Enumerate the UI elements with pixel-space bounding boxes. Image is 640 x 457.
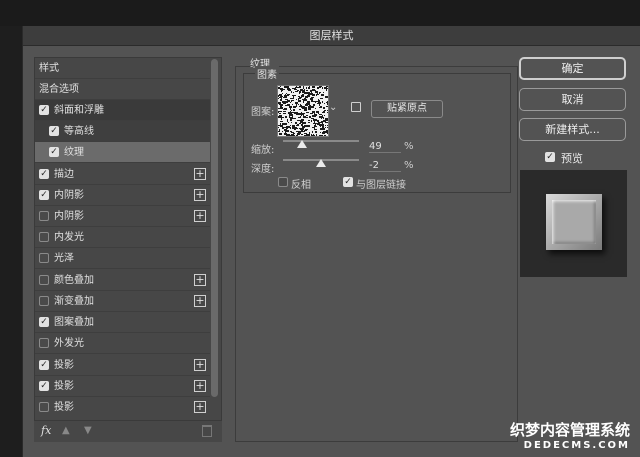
- pattern-noise: [278, 86, 328, 136]
- effects-item-label: 混合选项: [39, 84, 79, 95]
- bevel-emboss-checkbox[interactable]: ✓: [39, 105, 49, 115]
- effects-item-drop-shadow-1[interactable]: ✓ 投影 +: [35, 355, 210, 376]
- effects-item-satin[interactable]: 光泽: [35, 248, 210, 269]
- effects-item-drop-shadow-3[interactable]: 投影 +: [35, 397, 210, 418]
- effects-item-label: 渐变叠加: [54, 296, 94, 307]
- effects-item-inner-shadow-1[interactable]: ✓ 内阴影 +: [35, 185, 210, 206]
- effects-item-label: 描边: [54, 169, 74, 180]
- effects-item-label: 纹理: [64, 147, 84, 158]
- new-preset-icon[interactable]: [351, 102, 361, 112]
- effects-item-label: 外发光: [54, 338, 84, 349]
- inner-shadow-1-checkbox[interactable]: ✓: [39, 190, 49, 200]
- satin-checkbox[interactable]: [39, 253, 49, 263]
- scale-slider-track[interactable]: [283, 140, 359, 142]
- effects-item-label: 内阴影: [54, 211, 84, 222]
- preview-label: 预览: [561, 152, 583, 165]
- effects-item-drop-shadow-2[interactable]: ✓ 投影 +: [35, 376, 210, 397]
- depth-slider-knob[interactable]: [315, 159, 326, 167]
- stroke-checkbox[interactable]: ✓: [39, 169, 49, 179]
- style-preview: [520, 170, 627, 277]
- effects-item-inner-glow[interactable]: 内发光: [35, 227, 210, 248]
- add-drop-shadow-icon[interactable]: +: [194, 401, 206, 413]
- inner-glow-checkbox[interactable]: [39, 232, 49, 242]
- add-gradient-overlay-icon[interactable]: +: [194, 295, 206, 307]
- effects-item-blending-options[interactable]: 混合选项: [35, 79, 210, 100]
- effects-item-inner-shadow-2[interactable]: 内阴影 +: [35, 206, 210, 227]
- effects-item-outer-glow[interactable]: 外发光: [35, 333, 210, 354]
- effects-list-scrollbar[interactable]: [211, 59, 218, 397]
- move-up-icon[interactable]: ▲: [62, 425, 70, 436]
- link-with-layer-label: 与图层链接: [356, 180, 406, 191]
- add-inner-shadow-icon[interactable]: +: [194, 210, 206, 222]
- elements-group-title: 图素: [255, 66, 279, 81]
- pattern-picker-chevron-icon[interactable]: ⌄: [329, 102, 337, 113]
- drop-shadow-3-checkbox[interactable]: [39, 402, 49, 412]
- trash-icon[interactable]: [202, 425, 212, 437]
- watermark: 织梦内容管理系统 DEDECMS.COM: [510, 419, 630, 451]
- effects-item-contour[interactable]: ✓ 等高线: [35, 121, 210, 142]
- effects-item-label: 内发光: [54, 232, 84, 243]
- pattern-overlay-checkbox[interactable]: ✓: [39, 317, 49, 327]
- dialog-title: 图层样式: [23, 26, 640, 46]
- new-style-button[interactable]: 新建样式...: [519, 118, 626, 141]
- add-color-overlay-icon[interactable]: +: [194, 274, 206, 286]
- effects-item-bevel-emboss[interactable]: ✓ 斜面和浮雕: [35, 100, 210, 121]
- scale-label: 缩放:: [251, 145, 275, 156]
- effects-item-label: 斜面和浮雕: [54, 105, 104, 116]
- invert-label: 反相: [291, 180, 311, 191]
- preview-checkbox[interactable]: ✓: [545, 152, 555, 162]
- effects-item-label: 样式: [39, 63, 59, 74]
- effects-toolbar: fx ▲ ▼: [34, 420, 222, 442]
- effects-item-label: 投影: [54, 360, 74, 371]
- effects-item-pattern-overlay[interactable]: ✓ 图案叠加: [35, 312, 210, 333]
- layer-style-dialog: 图层样式 样式 混合选项 ✓ 斜面和浮雕 ✓ 等高线 ✓ 纹理 ✓ 描边 + ✓…: [22, 26, 640, 457]
- depth-percent-sign: %: [404, 160, 414, 171]
- fx-menu-button[interactable]: fx: [41, 424, 51, 437]
- effects-item-label: 颜色叠加: [54, 275, 94, 286]
- add-drop-shadow-icon[interactable]: +: [194, 359, 206, 371]
- cancel-button[interactable]: 取消: [519, 88, 626, 111]
- preview-tile-face: [552, 200, 596, 244]
- effects-item-gradient-overlay[interactable]: 渐变叠加 +: [35, 291, 210, 312]
- contour-checkbox[interactable]: ✓: [49, 126, 59, 136]
- top-strip: [0, 0, 640, 26]
- ok-button[interactable]: 确定: [519, 57, 626, 80]
- drop-shadow-1-checkbox[interactable]: ✓: [39, 360, 49, 370]
- add-drop-shadow-icon[interactable]: +: [194, 380, 206, 392]
- link-with-layer-checkbox[interactable]: ✓: [343, 177, 353, 187]
- move-down-icon[interactable]: ▼: [84, 425, 92, 436]
- effects-item-styles[interactable]: 样式: [35, 58, 210, 79]
- depth-label: 深度:: [251, 164, 275, 175]
- invert-checkbox[interactable]: [278, 177, 288, 187]
- effects-item-label: 等高线: [64, 126, 94, 137]
- effects-item-label: 光泽: [54, 253, 74, 264]
- snap-to-origin-button[interactable]: 贴紧原点: [371, 100, 443, 118]
- effects-item-label: 图案叠加: [54, 317, 94, 328]
- effects-item-texture[interactable]: ✓ 纹理: [35, 142, 210, 163]
- effects-item-color-overlay[interactable]: 颜色叠加 +: [35, 270, 210, 291]
- color-overlay-checkbox[interactable]: [39, 275, 49, 285]
- texture-checkbox[interactable]: ✓: [49, 147, 59, 157]
- add-inner-shadow-icon[interactable]: +: [194, 189, 206, 201]
- outer-glow-checkbox[interactable]: [39, 338, 49, 348]
- watermark-line2: DEDECMS.COM: [523, 440, 630, 451]
- effects-item-label: 投影: [54, 381, 74, 392]
- inner-shadow-2-checkbox[interactable]: [39, 211, 49, 221]
- pattern-swatch[interactable]: [277, 85, 329, 137]
- watermark-line1: 织梦内容管理系统: [509, 421, 630, 439]
- gradient-overlay-checkbox[interactable]: [39, 296, 49, 306]
- effects-item-label: 投影: [54, 402, 74, 413]
- effects-item-stroke[interactable]: ✓ 描边 +: [35, 164, 210, 185]
- scale-slider-knob[interactable]: [296, 140, 307, 148]
- scale-percent-sign: %: [404, 141, 414, 152]
- preview-tile: [546, 194, 602, 250]
- effects-item-label: 内阴影: [54, 190, 84, 201]
- scale-value-field[interactable]: 49: [369, 141, 401, 153]
- add-stroke-icon[interactable]: +: [194, 168, 206, 180]
- depth-value-field[interactable]: -2: [369, 160, 401, 172]
- pattern-label: 图案:: [251, 107, 275, 118]
- drop-shadow-2-checkbox[interactable]: ✓: [39, 381, 49, 391]
